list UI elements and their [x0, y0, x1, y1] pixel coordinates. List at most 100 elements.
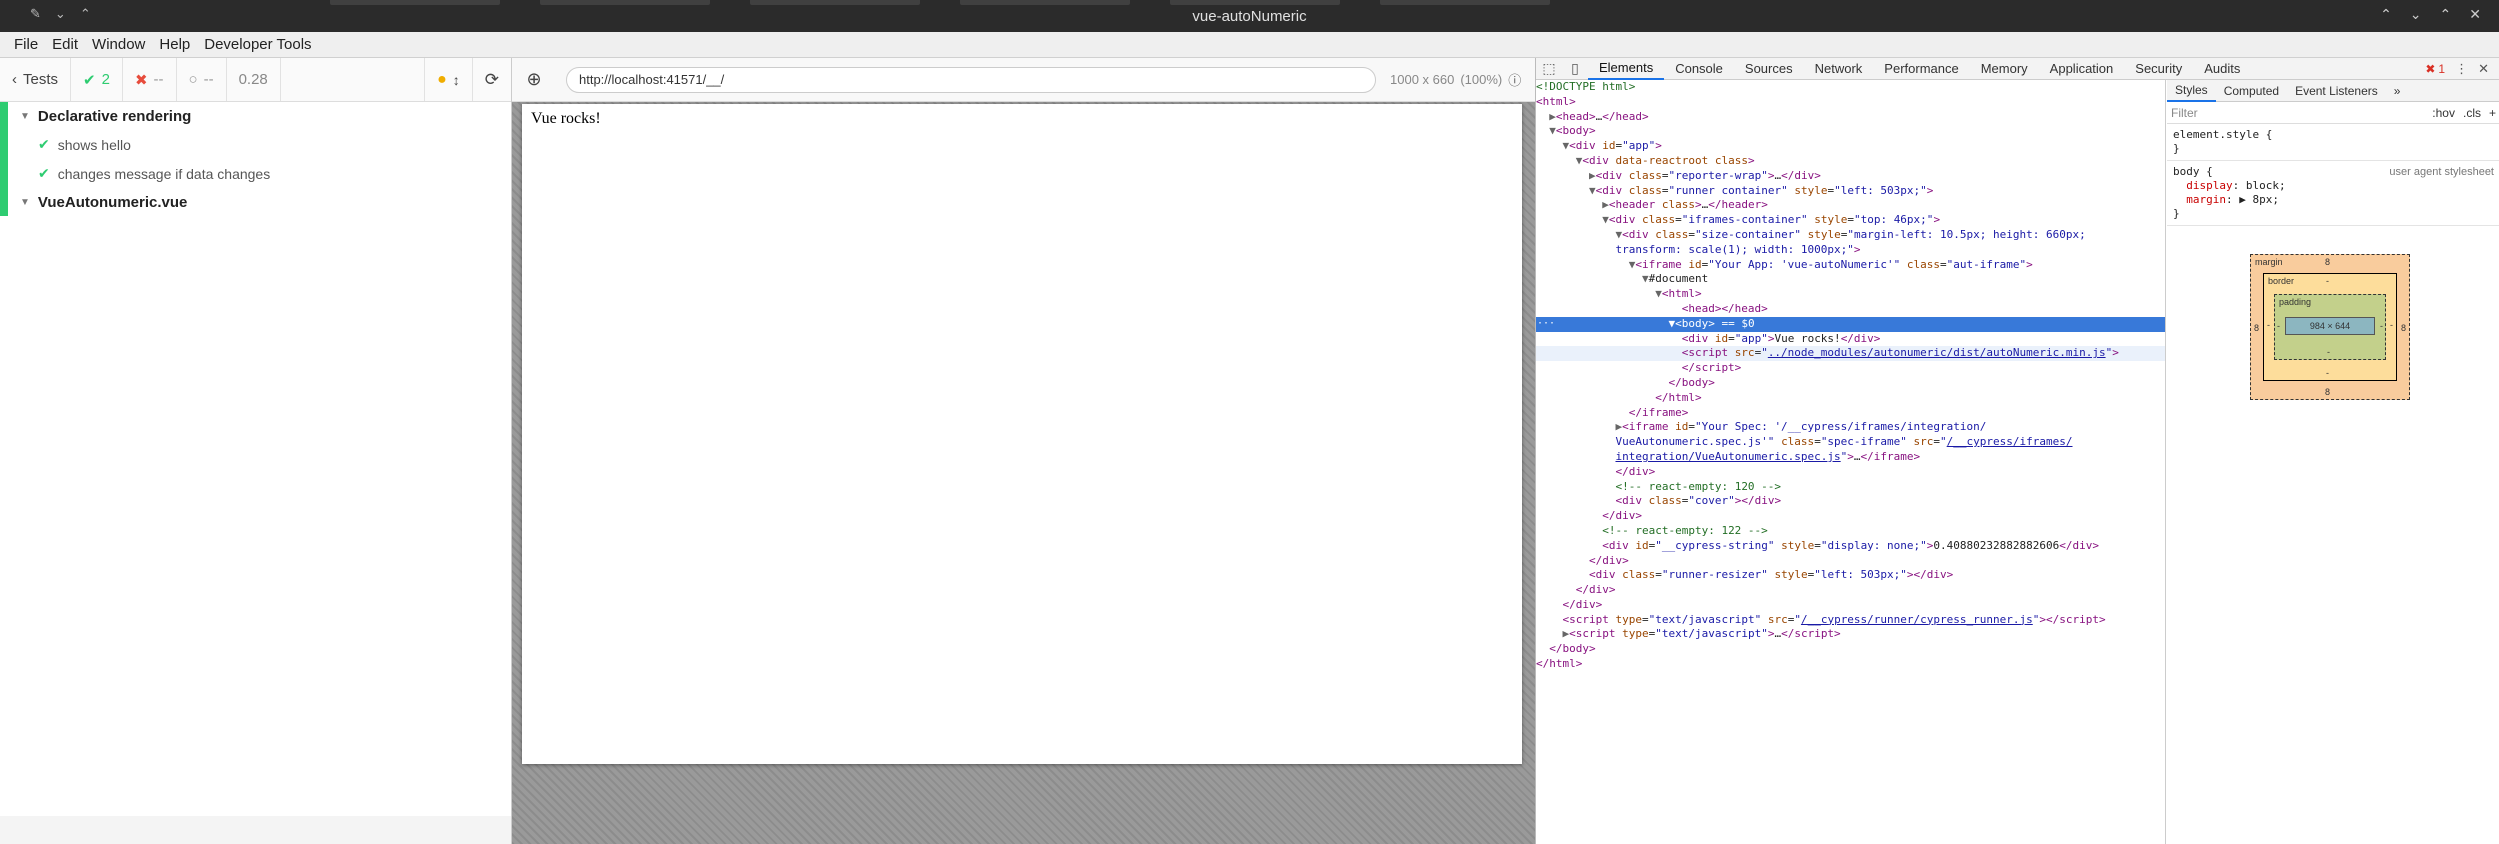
minimize-window-icon[interactable]: ⌄ [2410, 6, 2422, 23]
passed-count: 2 [101, 71, 110, 88]
dom-node[interactable]: ▼<iframe id="Your App: 'vue-autoNumeric'… [1536, 258, 2165, 273]
element-style-rule[interactable]: element.style { } [2167, 124, 2499, 161]
menu-help[interactable]: Help [159, 36, 190, 53]
inspect-element-icon[interactable]: ⬚ [1536, 58, 1562, 80]
suite-vueautonumeric[interactable]: ▼ VueAutonumeric.vue [0, 188, 511, 216]
info-icon[interactable]: ⓘ [1508, 70, 1521, 89]
dom-node[interactable]: </div> [1536, 583, 2165, 598]
dom-node[interactable]: </script> [1536, 361, 2165, 376]
tab-audits[interactable]: Audits [2193, 58, 2251, 80]
dom-node[interactable]: ▼<div data-reactroot class> [1536, 154, 2165, 169]
tab-elements[interactable]: Elements [1588, 58, 1665, 80]
dom-node[interactable]: </div> [1536, 509, 2165, 524]
box-model-border[interactable]: border - - - - padding - - - 984 × 644 [2263, 273, 2397, 381]
chevron-left-icon: ‹ [12, 71, 17, 88]
test-item[interactable]: ✔ shows hello [0, 130, 511, 159]
test-reporter: ‹ Tests ✔ 2 ✖ -- ○ -- 0.28 ● ↕ ⟳ ▼ Decla… [0, 58, 512, 844]
background-tab [1380, 0, 1550, 5]
tab-computed[interactable]: Computed [2216, 80, 2287, 102]
close-devtools-icon[interactable]: ✕ [2478, 61, 2489, 77]
class-toggle[interactable]: .cls [2463, 106, 2481, 120]
running-indicator[interactable]: ● ↕ [424, 58, 472, 101]
dom-node[interactable]: ▶<header class>…</header> [1536, 198, 2165, 213]
menu-window[interactable]: Window [92, 36, 145, 53]
box-model-padding[interactable]: padding - - - 984 × 644 [2274, 294, 2386, 360]
dom-node[interactable]: ▶<script type="text/javascript">…</scrip… [1536, 627, 2165, 642]
margin-top-value: 8 [2325, 257, 2331, 267]
device-toggle-icon[interactable]: ▯ [1562, 58, 1588, 80]
dom-node[interactable]: </body> [1536, 376, 2165, 391]
border-right-value: - [2390, 320, 2393, 330]
error-icon: ✖ [2425, 61, 2436, 76]
menu-developer-tools[interactable]: Developer Tools [204, 36, 311, 53]
dom-node[interactable]: <div id="app">Vue rocks!</div> [1536, 332, 2165, 347]
filter-input[interactable]: Filter [2171, 106, 2198, 120]
dom-node[interactable]: </iframe> [1536, 406, 2165, 421]
test-item[interactable]: ✔ changes message if data changes [0, 159, 511, 188]
dom-node[interactable]: <!DOCTYPE html> [1536, 80, 2165, 95]
scroll-toggle-icon: ↕ [452, 71, 460, 88]
tab-console[interactable]: Console [1664, 58, 1734, 80]
selector-playground-button[interactable]: ⊕ [512, 58, 556, 102]
style-declaration[interactable]: margin: ▶ 8px; [2173, 193, 2494, 207]
dom-node[interactable]: </html> [1536, 391, 2165, 406]
dom-node[interactable]: ▼<div class="iframes-container" style="t… [1536, 213, 2165, 228]
dom-node[interactable]: <script type="text/javascript" src="/__c… [1536, 613, 2165, 628]
tab-performance[interactable]: Performance [1873, 58, 1969, 80]
error-badge[interactable]: ✖ 1 [2425, 62, 2445, 76]
dom-node[interactable]: ▼<div class="runner container" style="le… [1536, 184, 2165, 199]
add-rule-icon[interactable]: + [2489, 106, 2496, 120]
dom-node[interactable]: transform: scale(1); width: 1000px;"> [1536, 243, 2165, 258]
tests-button[interactable]: ‹ Tests [0, 58, 72, 101]
dom-node[interactable]: ▼<div class="size-container" style="marg… [1536, 228, 2165, 243]
tab-event-listeners[interactable]: Event Listeners [2287, 80, 2386, 102]
aut-iframe[interactable]: Vue rocks! [522, 104, 1522, 764]
style-declaration[interactable]: display: block; [2173, 179, 2494, 193]
dom-node[interactable]: <!-- react-empty: 122 --> [1536, 524, 2165, 539]
elements-tree[interactable]: <!DOCTYPE html> <html> ▶<head>…</head> ▼… [1536, 80, 2166, 844]
dom-node[interactable]: ▶<div class="reporter-wrap">…</div> [1536, 169, 2165, 184]
box-model-margin[interactable]: margin 8 8 8 8 border - - - - padding - … [2250, 254, 2410, 400]
tab-sources[interactable]: Sources [1734, 58, 1804, 80]
dom-node[interactable]: VueAutonumeric.spec.js'" class="spec-ifr… [1536, 435, 2165, 450]
dom-node[interactable]: <div id="__cypress-string" style="displa… [1536, 539, 2165, 554]
url-bar[interactable]: http://localhost:41571/__/ [566, 66, 1376, 93]
tab-memory[interactable]: Memory [1970, 58, 2039, 80]
dom-node[interactable]: ▼<body> [1536, 124, 2165, 139]
dom-node[interactable]: <div class="cover"></div> [1536, 494, 2165, 509]
body-style-rule[interactable]: user agent stylesheet body { display: bl… [2167, 161, 2499, 226]
hover-state-toggle[interactable]: :hov [2432, 106, 2455, 120]
dom-node[interactable]: </div> [1536, 598, 2165, 613]
tab-security[interactable]: Security [2124, 58, 2193, 80]
dom-node[interactable]: </div> [1536, 554, 2165, 569]
dom-node[interactable]: ▼<div id="app"> [1536, 139, 2165, 154]
keep-above-icon[interactable]: ⌃ [2380, 6, 2392, 23]
menu-file[interactable]: File [14, 36, 38, 53]
box-model-content[interactable]: 984 × 644 [2285, 317, 2375, 335]
dom-node[interactable]: ▼<html> [1536, 287, 2165, 302]
dom-node[interactable]: ▶<head>…</head> [1536, 110, 2165, 125]
dom-node-selected[interactable]: ··· ▼<body> == $0 [1536, 316, 2165, 332]
tab-network[interactable]: Network [1804, 58, 1874, 80]
tab-application[interactable]: Application [2039, 58, 2125, 80]
dom-node[interactable]: <html> [1536, 95, 2165, 110]
dom-node[interactable]: ▼#document [1536, 272, 2165, 287]
dom-node[interactable]: <head></head> [1536, 302, 2165, 317]
more-tabs-icon[interactable]: » [2386, 80, 2409, 102]
dom-node[interactable]: <script src="../node_modules/autonumeric… [1536, 346, 2165, 362]
dom-node[interactable]: </div> [1536, 465, 2165, 480]
suite-declarative-rendering[interactable]: ▼ Declarative rendering [0, 102, 511, 130]
dom-node[interactable]: <!-- react-empty: 120 --> [1536, 480, 2165, 495]
dom-node[interactable]: </body> [1536, 642, 2165, 657]
border-label: border [2268, 276, 2295, 286]
dom-node[interactable]: </html> [1536, 657, 2165, 672]
tab-styles[interactable]: Styles [2167, 80, 2216, 102]
menu-edit[interactable]: Edit [52, 36, 78, 53]
dom-node[interactable]: integration/VueAutonumeric.spec.js">…</i… [1536, 450, 2165, 465]
dom-node[interactable]: ▶<iframe id="Your Spec: '/__cypress/ifra… [1536, 420, 2165, 435]
maximize-window-icon[interactable]: ⌃ [2440, 6, 2452, 23]
dom-node[interactable]: <div class="runner-resizer" style="left:… [1536, 568, 2165, 583]
rerun-button[interactable]: ⟳ [471, 58, 511, 101]
close-window-icon[interactable]: ✕ [2469, 6, 2481, 23]
kebab-menu-icon[interactable]: ⋮ [2455, 61, 2468, 77]
